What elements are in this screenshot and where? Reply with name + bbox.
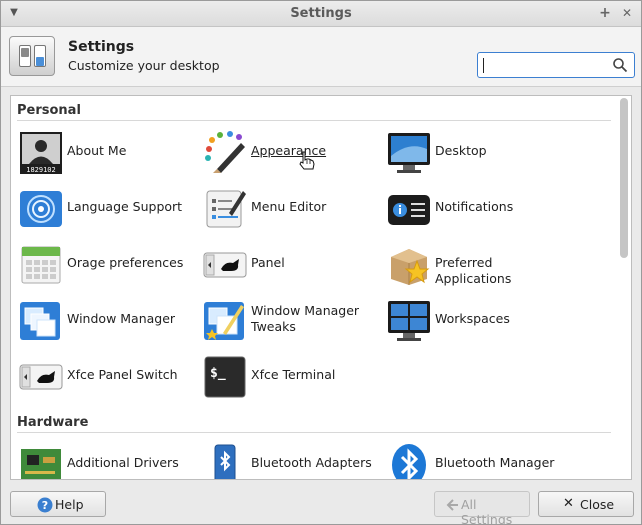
close-icon: ✕	[563, 496, 574, 511]
item-bluetooth-manager[interactable]: Bluetooth Manager	[387, 441, 567, 479]
item-window-manager[interactable]: Window Manager	[19, 297, 199, 345]
item-menu-editor[interactable]: Menu Editor	[203, 185, 383, 233]
item-desktop[interactable]: Desktop	[387, 129, 567, 177]
item-appearance[interactable]: Appearance	[203, 129, 383, 177]
help-icon: ?	[37, 497, 53, 513]
settings-window: ▼ Settings + ✕ Settings Customize your d…	[0, 0, 642, 525]
item-bluetooth-adapters[interactable]: Bluetooth Adapters	[203, 441, 383, 479]
help-button[interactable]: ? Help	[10, 491, 106, 517]
about-me-icon: 1829102	[20, 132, 62, 174]
item-language-support[interactable]: Language Support	[19, 185, 199, 233]
back-arrow-icon	[446, 499, 458, 511]
svg-text:?: ?	[42, 499, 48, 512]
item-label: Bluetooth Manager	[435, 455, 555, 470]
appearance-icon	[205, 131, 245, 173]
item-label: Window Manager	[67, 311, 176, 326]
item-window-manager-tweaks[interactable]: Window Manager Tweaks	[203, 297, 383, 345]
item-label: Desktop	[435, 143, 487, 158]
svg-text:1829102: 1829102	[26, 166, 56, 174]
window-title: Settings	[290, 6, 352, 21]
circuit-board-icon	[21, 449, 61, 479]
item-label: Menu Editor	[251, 199, 327, 214]
close-window-button[interactable]: ✕	[619, 5, 635, 21]
item-label: Panel	[251, 255, 285, 270]
header-title: Settings	[68, 39, 135, 55]
panel-icon	[203, 252, 247, 278]
all-settings-button[interactable]: All Settings	[434, 491, 530, 525]
menu-editor-icon	[206, 190, 246, 228]
item-label: Preferred Applications	[435, 255, 512, 286]
header-subtitle: Customize your desktop	[68, 58, 220, 73]
close-button[interactable]: ✕ Close	[538, 491, 634, 517]
close-label: Close	[580, 497, 615, 512]
settings-app-icon	[9, 36, 55, 76]
bluetooth-icon	[392, 444, 426, 479]
settings-list: Personal 1829102 About Me Appearance Des…	[10, 95, 632, 480]
item-label: Language Support	[67, 199, 183, 214]
terminal-icon: $_	[204, 356, 246, 398]
item-label: Xfce Panel Switch	[67, 367, 178, 382]
scrollbar-thumb[interactable]	[620, 98, 628, 258]
header: Settings Customize your desktop	[1, 27, 641, 87]
item-preferred-applications[interactable]: Preferred Applications	[387, 241, 567, 289]
section-divider	[17, 432, 611, 433]
panel-switch-icon	[19, 364, 63, 390]
svg-text:$_: $_	[210, 366, 226, 381]
item-xfce-panel-switch[interactable]: Xfce Panel Switch	[19, 353, 199, 401]
calendar-icon	[21, 246, 61, 284]
maximize-button[interactable]: +	[597, 5, 613, 21]
hand-cursor-icon	[299, 151, 315, 170]
search-icon[interactable]	[612, 57, 628, 73]
window-manager-tweaks-icon	[204, 302, 244, 340]
section-title-hardware: Hardware	[17, 415, 89, 430]
all-settings-label: All Settings	[461, 497, 513, 525]
section-title-personal: Personal	[17, 103, 81, 118]
language-support-icon	[20, 191, 62, 227]
item-label: Bluetooth Adapters	[251, 455, 372, 470]
title-bar: ▼ Settings + ✕	[1, 1, 641, 27]
item-orage-preferences[interactable]: Orage preferences	[19, 241, 199, 289]
workspaces-icon	[388, 301, 430, 341]
item-notifications[interactable]: Notifications	[387, 185, 567, 233]
item-label: Appearance	[251, 143, 327, 158]
item-workspaces[interactable]: Workspaces	[387, 297, 567, 345]
help-label: Help	[55, 497, 84, 512]
item-additional-drivers[interactable]: Additional Drivers	[19, 441, 199, 479]
bluetooth-adapter-icon	[214, 444, 236, 479]
vertical-scrollbar[interactable]	[619, 98, 629, 478]
item-label: Workspaces	[435, 311, 510, 326]
text-caret	[483, 58, 484, 73]
item-xfce-terminal[interactable]: $_ Xfce Terminal	[203, 353, 383, 401]
window-manager-icon	[20, 302, 60, 340]
desktop-icon	[388, 133, 430, 173]
section-divider	[17, 120, 611, 121]
item-label: About Me	[67, 143, 127, 158]
item-label: Orage preferences	[67, 255, 184, 270]
item-about-me[interactable]: 1829102 About Me	[19, 129, 199, 177]
preferred-applications-icon	[391, 249, 430, 285]
notifications-icon	[388, 195, 430, 225]
item-label: Window Manager Tweaks	[251, 303, 360, 334]
item-label: Additional Drivers	[67, 455, 179, 470]
item-label: Xfce Terminal	[251, 367, 336, 382]
search-input[interactable]	[477, 52, 635, 78]
item-label: Notifications	[435, 199, 514, 214]
item-panel[interactable]: Panel	[203, 241, 383, 289]
